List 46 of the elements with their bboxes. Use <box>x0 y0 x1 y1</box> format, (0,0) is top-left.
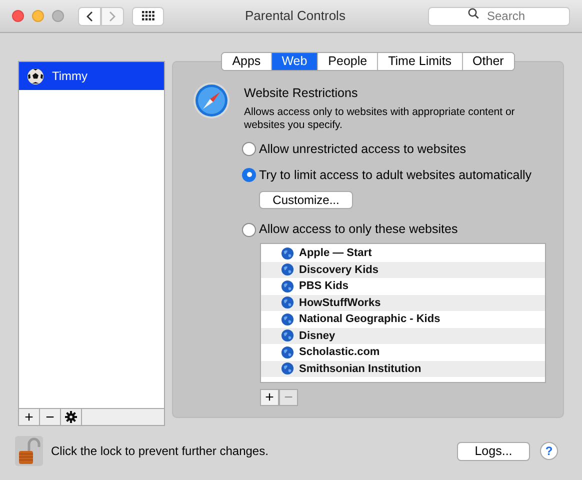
globe-icon <box>281 280 294 293</box>
lock-message: Click the lock to prevent further changes. <box>51 443 268 460</box>
tab[interactable]: Apps <box>222 53 272 70</box>
website-name[interactable]: Scholastic.com <box>299 344 380 360</box>
window-title: Parental Controls <box>245 7 346 26</box>
website-name[interactable]: Disney <box>299 328 336 344</box>
section-description: Allows access only to websites with appropriate content or websites you specify. <box>244 106 516 132</box>
user-name: Timmy <box>52 68 88 85</box>
search-icon <box>468 8 479 19</box>
radio-button[interactable] <box>242 168 256 182</box>
website-name[interactable]: National Geographic - Kids <box>299 311 440 328</box>
user-item[interactable]: Timmy <box>19 62 164 90</box>
customize-button[interactable]: Customize... <box>259 191 353 210</box>
section-title: Website Restrictions <box>244 85 359 102</box>
option-label: Allow access to only these websites <box>259 221 458 238</box>
option-label: Try to limit access to adult websites automatically <box>259 166 532 184</box>
list-button[interactable]: + <box>260 389 279 406</box>
list-button[interactable]: + <box>19 409 40 425</box>
globe-icon <box>281 346 294 359</box>
radio-button[interactable] <box>242 142 256 156</box>
zoom-icon[interactable] <box>52 10 64 22</box>
search-field[interactable]: Search <box>428 6 570 26</box>
tab[interactable]: Web <box>272 53 318 70</box>
website-name[interactable]: Apple — Start <box>299 245 372 262</box>
soccer-ball-icon <box>27 68 44 84</box>
grid-icon <box>142 11 154 21</box>
back-button[interactable] <box>78 6 101 26</box>
globe-icon <box>281 312 294 326</box>
logs-button[interactable]: Logs... <box>457 442 530 460</box>
unlocked-padlock-icon[interactable] <box>15 436 43 466</box>
help-button[interactable]: ? <box>540 442 558 460</box>
compass-icon <box>193 82 230 119</box>
minimize-icon[interactable] <box>32 10 44 22</box>
website-name[interactable]: PBS Kids <box>299 278 349 294</box>
globe-icon <box>281 296 294 310</box>
chevron-left-icon <box>86 10 93 22</box>
globe-icon <box>281 263 294 276</box>
radio-button[interactable] <box>242 222 256 237</box>
list-button[interactable]: − <box>40 409 61 425</box>
grid-button[interactable] <box>132 6 164 26</box>
globe-icon <box>281 246 294 260</box>
close-icon[interactable] <box>12 10 24 22</box>
globe-icon <box>281 329 294 342</box>
globe-icon <box>281 362 294 376</box>
chevron-right-icon <box>109 10 116 22</box>
option-label: Allow unrestricted access to websites <box>259 140 466 158</box>
